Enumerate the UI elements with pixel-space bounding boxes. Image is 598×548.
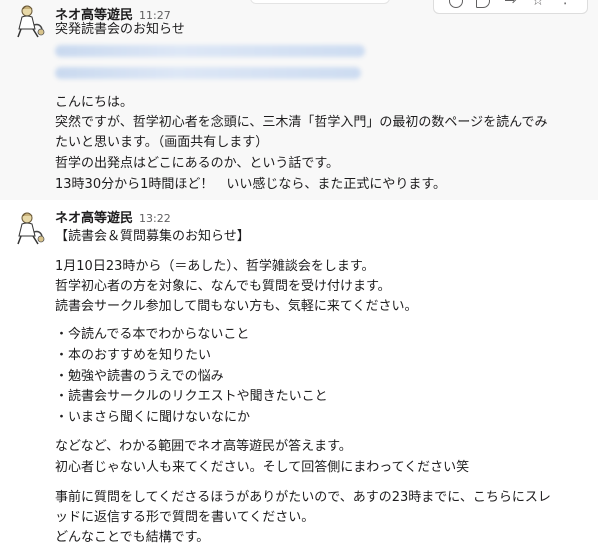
- message-line: 哲学の出発点はどこにあるのか、という話です。: [55, 156, 340, 171]
- share-arrow-icon[interactable]: [503, 0, 517, 8]
- bullet-item: ・読書会サークルのリクエストや聞きたいこと: [55, 389, 328, 404]
- author-name[interactable]: ネオ高等遊民: [55, 207, 133, 226]
- message-line: こんにちは。: [55, 95, 134, 110]
- message-line: 初心者じゃない人も来てください。そして回答側にまわってください笑: [55, 460, 470, 475]
- message-line: どんなことでも結構です。: [55, 530, 210, 545]
- message-line: ッドに返信する形で質問を書いてください。: [55, 510, 315, 525]
- message-line: たいと思います。（画面共有します）: [55, 135, 269, 150]
- reply-thread-icon[interactable]: [476, 0, 491, 8]
- message-actions-toolbar: ☆ ⋮: [433, 0, 588, 14]
- more-actions-icon[interactable]: ⋮: [558, 0, 572, 8]
- message-line: 突発読書会のお知らせ: [55, 22, 185, 37]
- message-line: 13時30分から1時間ほど！ いい感じなら、また正式にやります。: [55, 177, 447, 192]
- bullet-item: ・いまさら聞くに聞けないなにか: [55, 410, 251, 425]
- avatar[interactable]: [12, 210, 48, 246]
- blurred-link[interactable]: [55, 67, 361, 79]
- bullet-item: ・勉強や読書のうえでの悩み: [55, 369, 224, 384]
- message-header: ネオ高等遊民 13:22: [55, 207, 171, 226]
- blurred-link[interactable]: [55, 45, 365, 57]
- emoji-reaction-icon[interactable]: [448, 0, 463, 8]
- message-line: 突然ですが、哲学初心者を念頭に、三木清「哲学入門」の最初の数ページを読んでみ: [55, 115, 548, 130]
- timestamp[interactable]: 13:22: [139, 212, 171, 225]
- avatar[interactable]: [12, 3, 48, 39]
- bookmark-star-icon[interactable]: ☆: [531, 0, 545, 8]
- bullet-item: ・今読んでる本でわからないこと: [55, 327, 250, 342]
- message-2: ネオ高等遊民 13:22 【読書会＆質問募集のお知らせ】 1月10日23時から（…: [0, 200, 598, 548]
- bullet-item: ・本のおすすめを知りたい: [55, 348, 212, 363]
- message-line: 1月10日23時から（＝あした）、哲学雑談会をします。: [55, 259, 375, 274]
- message-title: 【読書会＆質問募集のお知らせ】: [55, 229, 250, 244]
- message-line: 読書会サークル参加して間もない方も、気軽に来てください。: [55, 299, 418, 314]
- message-line: などなど、わかる範囲でネオ高等遊民が答えます。: [55, 439, 352, 454]
- message-line: 事前に質問をしてくださるほうがありがたいので、あすの23時までに、こちらにスレ: [55, 490, 551, 505]
- overlay-pill: [250, 0, 390, 4]
- message-1: ☆ ⋮ ネオ高等遊民 11:27 突発読書会のお知らせ こんにちは。 突然ですが…: [0, 0, 598, 200]
- message-line: 哲学初心者の方を対象に、なんでも質問を受け付けます。: [55, 279, 391, 294]
